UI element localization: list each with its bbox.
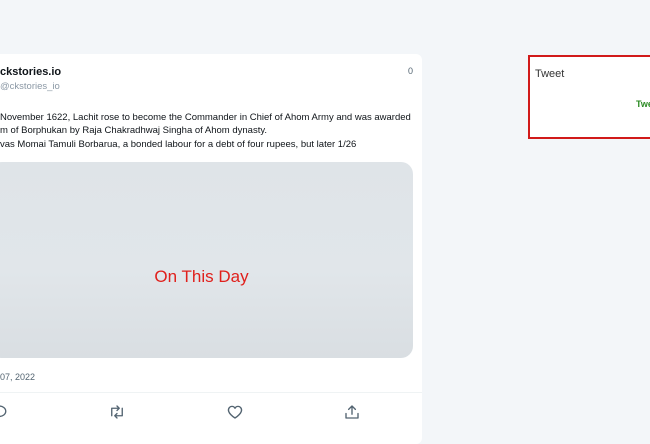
- tweet-submit-button[interactable]: Twe: [636, 99, 650, 109]
- tweet-author-handle[interactable]: @ckstories_io: [0, 81, 60, 92]
- compose-label: Tweet: [535, 68, 565, 80]
- tweet-author-name[interactable]: ckstories.io: [0, 66, 61, 78]
- retweet-button[interactable]: [108, 403, 126, 421]
- like-icon: [227, 405, 243, 419]
- tweet-text-line: vas Momai Tamuli Borbarua, a bonded labo…: [0, 139, 357, 150]
- tweet-count: 0: [408, 66, 414, 76]
- share-button[interactable]: [343, 403, 361, 421]
- tweet-text-line: m of Borphukan by Raja Chakradhwaj Singh…: [0, 125, 268, 136]
- retweet-icon: [111, 405, 123, 419]
- tweet-compose-box[interactable]: Tweet Twe: [528, 55, 650, 139]
- tweet-media-image[interactable]: On This Day: [0, 162, 413, 358]
- tweet-card: ckstories.io @ckstories_io 0 November 16…: [0, 54, 422, 444]
- like-button[interactable]: [226, 403, 244, 421]
- reply-icon: [0, 405, 7, 418]
- share-icon: [345, 405, 359, 419]
- tweet-date[interactable]: 07, 2022: [0, 372, 35, 382]
- media-title: On This Day: [154, 267, 249, 286]
- reply-button[interactable]: [0, 403, 8, 421]
- divider: [0, 392, 422, 393]
- tweet-text-line: November 1622, Lachit rose to become the…: [0, 112, 411, 123]
